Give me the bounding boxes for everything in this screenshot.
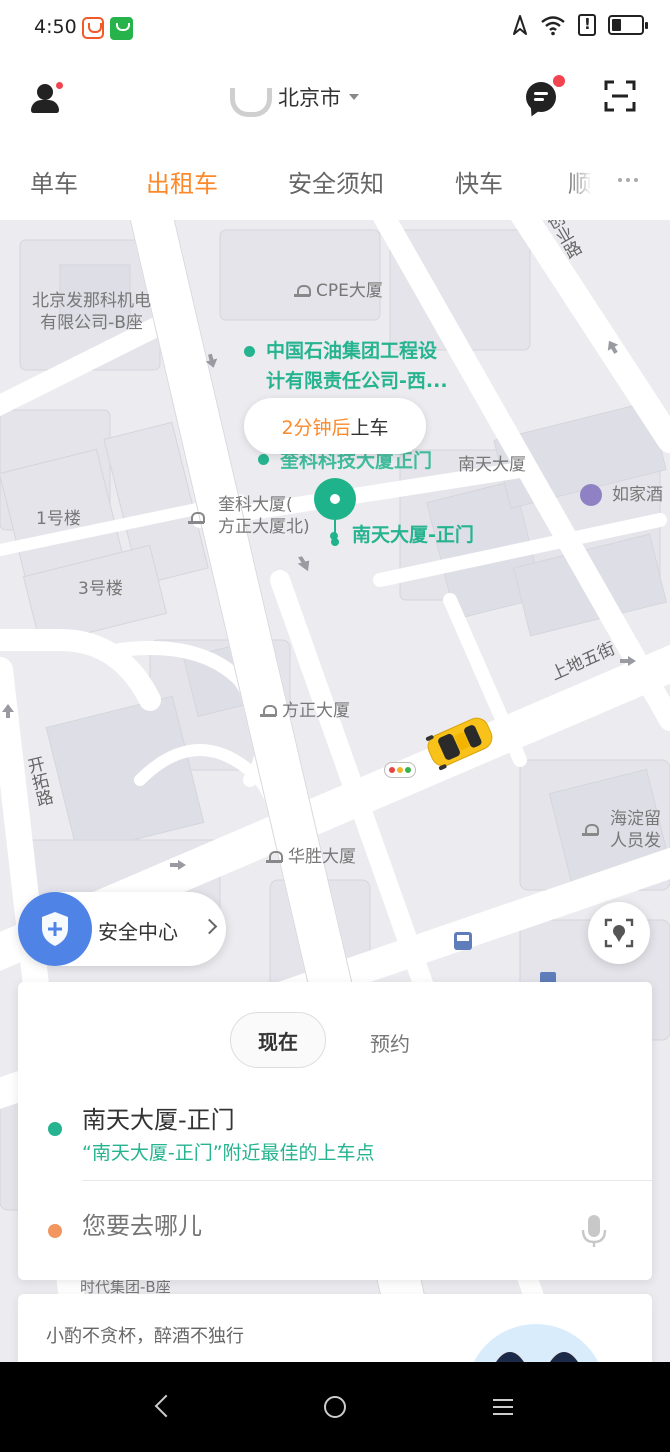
user-avatar-icon[interactable] (30, 82, 63, 114)
didi-logo-icon (228, 82, 272, 117)
poi-fangzheng[interactable]: 方正大厦 (260, 700, 350, 722)
back-icon[interactable] (154, 1394, 178, 1418)
app-header: 北京市 (0, 56, 670, 146)
map-view[interactable]: CPE大厦 北京发那科机电 有限公司-B座 中国石油集团工程设 计有限责任公司-… (0, 220, 670, 1362)
pickup-hint: “南天大厦-正门”附近最佳的上车点 (82, 1142, 375, 1164)
wifi-icon (541, 16, 565, 36)
alert-icon (578, 14, 596, 36)
poi-building-1[interactable]: 1号楼 (36, 508, 81, 530)
menu-icon[interactable] (493, 1399, 513, 1415)
poi-nantian-tower[interactable]: 南天大厦 (458, 454, 526, 476)
tab-express[interactable]: 快车 (455, 164, 503, 199)
status-bar: 4:50 (0, 0, 670, 56)
scan-icon[interactable] (604, 80, 636, 112)
status-time: 4:50 (34, 16, 77, 38)
poi-haidian-line1[interactable]: 海淀留 (610, 808, 661, 830)
didi-app-icon (82, 17, 104, 39)
shopping-bag-icon (110, 17, 133, 40)
destination-input[interactable] (82, 1212, 552, 1240)
building-icon (260, 703, 277, 717)
tab-taxi[interactable]: 出租车 (146, 164, 218, 199)
pickup-pin-icon[interactable] (314, 478, 356, 546)
message-badge-dot (553, 75, 565, 87)
home-icon[interactable] (324, 1396, 346, 1418)
locate-button[interactable] (588, 902, 650, 964)
poi-petro-line1[interactable]: 中国石油集团工程设 (266, 338, 437, 365)
city-selector[interactable]: 北京市 (228, 82, 359, 117)
divider (82, 1180, 652, 1181)
mode-now-button[interactable]: 现在 (230, 1012, 326, 1068)
poi-cpe[interactable]: CPE大厦 (294, 280, 383, 302)
traffic-light-icon (384, 762, 416, 778)
poi-kuike-building-line1[interactable]: 奎科大厦( (218, 494, 293, 516)
city-name: 北京市 (278, 86, 341, 110)
poi-huasheng[interactable]: 华胜大厦 (266, 846, 356, 868)
battery-icon (608, 15, 648, 35)
locate-icon (604, 918, 634, 948)
hotel-moon-icon (580, 484, 602, 506)
pickup-location[interactable]: 南天大厦-正门 (82, 1100, 235, 1135)
promo-illustration (466, 1324, 606, 1362)
building-icon (266, 849, 283, 863)
chevron-right-icon (201, 918, 218, 935)
message-icon[interactable] (526, 82, 556, 112)
eta-time: 2分钟后 (281, 416, 351, 439)
promo-text: 小酌不贪杯，醉酒不独行 (46, 1326, 244, 1347)
building-icon (188, 510, 205, 524)
eta-bubble: 2分钟后 上车 (244, 398, 426, 454)
promo-card[interactable]: 小酌不贪杯，醉酒不独行 (18, 1294, 652, 1362)
tab-bike[interactable]: 单车 (30, 164, 78, 199)
microphone-icon[interactable] (580, 1214, 608, 1248)
poi-petro-line2[interactable]: 计有限责任公司-西... (266, 368, 448, 395)
poi-nantian-gate[interactable]: 南天大厦-正门 (352, 522, 474, 549)
poi-rujia[interactable]: 如家酒 (612, 484, 663, 506)
safety-center-button[interactable]: 安全中心 (18, 892, 226, 966)
service-tabs: 单车 出租车 安全须知 快车 顺 (0, 146, 670, 220)
building-icon (582, 822, 599, 836)
eta-suffix: 上车 (350, 416, 389, 439)
navigation-icon (513, 15, 527, 35)
more-tabs-icon[interactable] (618, 178, 638, 182)
destination-dot (48, 1224, 62, 1238)
system-navigation-bar (0, 1362, 670, 1452)
poi-haidian-line2[interactable]: 人员发 (610, 830, 661, 852)
building-icon (294, 283, 311, 297)
shield-plus-icon (18, 892, 92, 966)
poi-kuike-building-line2[interactable]: 方正大厦北) (218, 516, 310, 538)
caret-down-icon (349, 94, 359, 100)
tab-safety-notice[interactable]: 安全须知 (288, 164, 384, 199)
poi-beijing-faner[interactable]: 北京发那科机电 有限公司-B座 (32, 290, 151, 334)
mode-reserve-button[interactable]: 预约 (370, 1028, 410, 1057)
poi-building-3[interactable]: 3号楼 (78, 578, 123, 600)
booking-card: 现在 预约 南天大厦-正门 “南天大厦-正门”附近最佳的上车点 (18, 982, 652, 1280)
pickup-dot (48, 1122, 62, 1136)
safety-center-label: 安全中心 (98, 920, 178, 944)
notification-dot (56, 82, 63, 89)
